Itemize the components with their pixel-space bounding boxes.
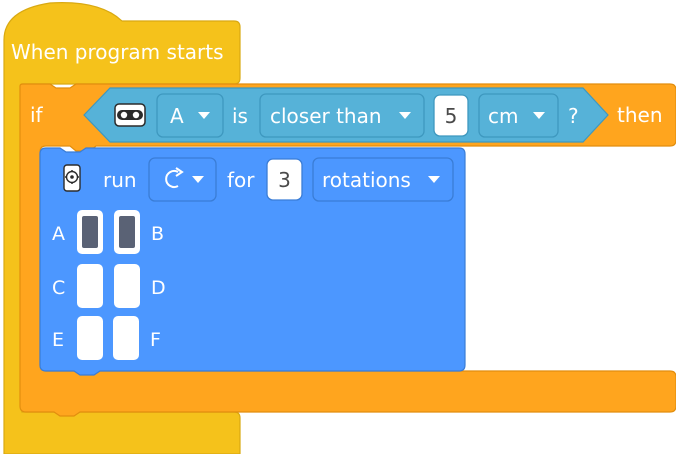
port-toggle-a[interactable] [77, 210, 103, 254]
run-label: run [103, 168, 137, 192]
is-label: is [232, 104, 248, 128]
distance-sensor-icon [114, 103, 146, 127]
unit-dropdown[interactable]: rotations [312, 157, 454, 202]
port-label-d: D [151, 277, 166, 299]
port-label-e: E [52, 329, 64, 351]
if-keyword: if [30, 103, 44, 127]
then-keyword: then [617, 103, 663, 127]
port-label-c: C [52, 277, 65, 299]
motor-pair-icon [63, 164, 81, 192]
amount-input[interactable]: 3 [266, 158, 303, 201]
direction-dropdown[interactable] [148, 157, 217, 202]
question-mark: ? [568, 104, 579, 128]
unit-value: cm [488, 104, 518, 128]
port-label-a: A [52, 223, 65, 245]
port-dropdown[interactable]: A [156, 93, 224, 138]
amount-value: 3 [278, 168, 291, 192]
port-label-b: B [151, 223, 164, 245]
distance-input[interactable]: 5 [433, 94, 469, 137]
motor-run-block[interactable]: run for 3 rotations A B C D E F [39, 147, 466, 376]
port-toggle-e[interactable] [77, 316, 103, 360]
distance-value: 5 [445, 104, 458, 128]
unit-value: rotations [322, 168, 411, 192]
event-label: When program starts [11, 40, 224, 64]
distance-condition[interactable]: A is closer than 5 cm ? [83, 87, 609, 143]
port-value: A [170, 104, 184, 128]
port-toggle-f[interactable] [113, 316, 139, 360]
for-label: for [227, 168, 255, 192]
comparison-dropdown[interactable]: closer than [259, 93, 425, 138]
port-toggle-b[interactable] [114, 210, 140, 254]
unit-dropdown[interactable]: cm [478, 93, 559, 138]
port-toggle-c[interactable] [77, 264, 103, 308]
port-toggle-d[interactable] [114, 264, 140, 308]
port-label-f: F [150, 329, 161, 351]
comparison-value: closer than [270, 104, 382, 128]
